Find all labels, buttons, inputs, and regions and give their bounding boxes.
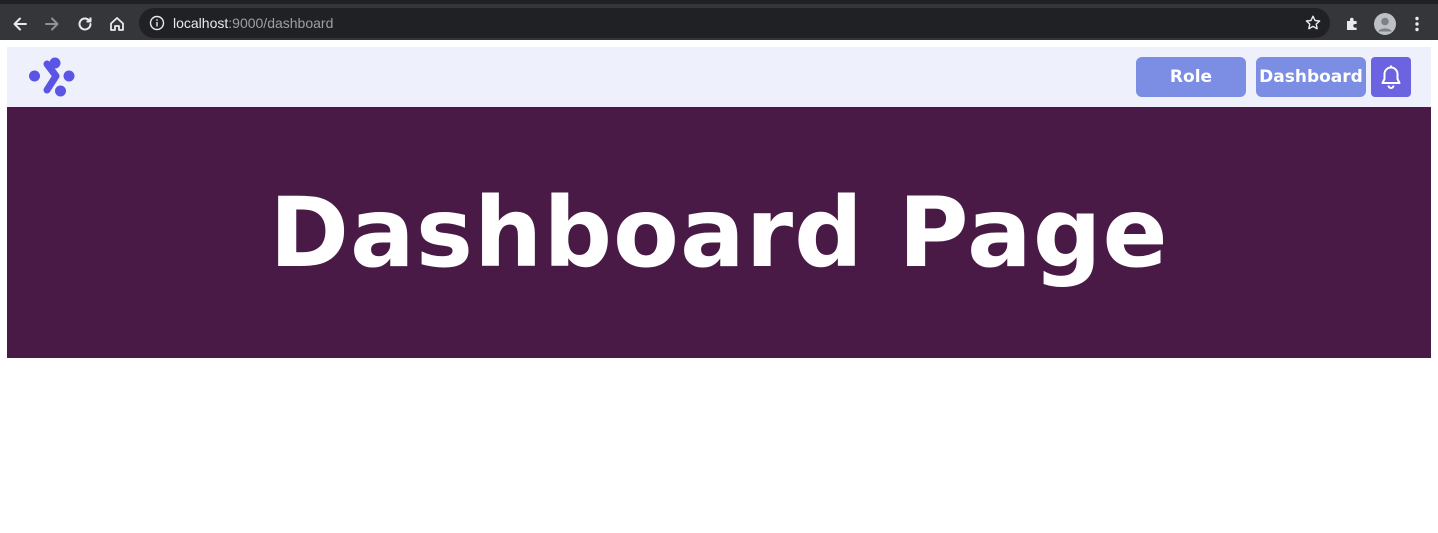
reload-button[interactable] <box>73 12 97 36</box>
browser-toolbar: localhost:9000/dashboard <box>0 0 1438 40</box>
reload-icon <box>78 17 92 31</box>
back-button[interactable] <box>8 12 32 36</box>
logo-icon[interactable] <box>27 52 77 102</box>
role-button[interactable]: Role <box>1136 57 1246 97</box>
hero-banner: Dashboard Page <box>7 107 1431 358</box>
back-icon <box>13 17 27 31</box>
app-header: Role Dashboard <box>7 47 1431 107</box>
forward-icon <box>45 17 59 31</box>
url-path: :9000/dashboard <box>228 15 334 31</box>
url-text: localhost:9000/dashboard <box>173 15 333 31</box>
notifications-button[interactable] <box>1371 57 1411 97</box>
menu-icon[interactable] <box>1405 12 1429 36</box>
home-button[interactable] <box>105 12 129 36</box>
star-icon[interactable] <box>1304 14 1322 37</box>
dashboard-button[interactable]: Dashboard <box>1256 57 1366 97</box>
home-icon <box>110 17 124 31</box>
extensions-icon[interactable] <box>1341 12 1365 36</box>
forward-button[interactable] <box>40 12 64 36</box>
page-title: Dashboard Page <box>269 176 1169 289</box>
profile-icon[interactable] <box>1373 12 1397 36</box>
bell-icon <box>1381 65 1401 89</box>
address-bar[interactable]: localhost:9000/dashboard <box>139 8 1330 38</box>
info-icon[interactable] <box>149 15 165 36</box>
url-host: localhost <box>173 15 229 31</box>
